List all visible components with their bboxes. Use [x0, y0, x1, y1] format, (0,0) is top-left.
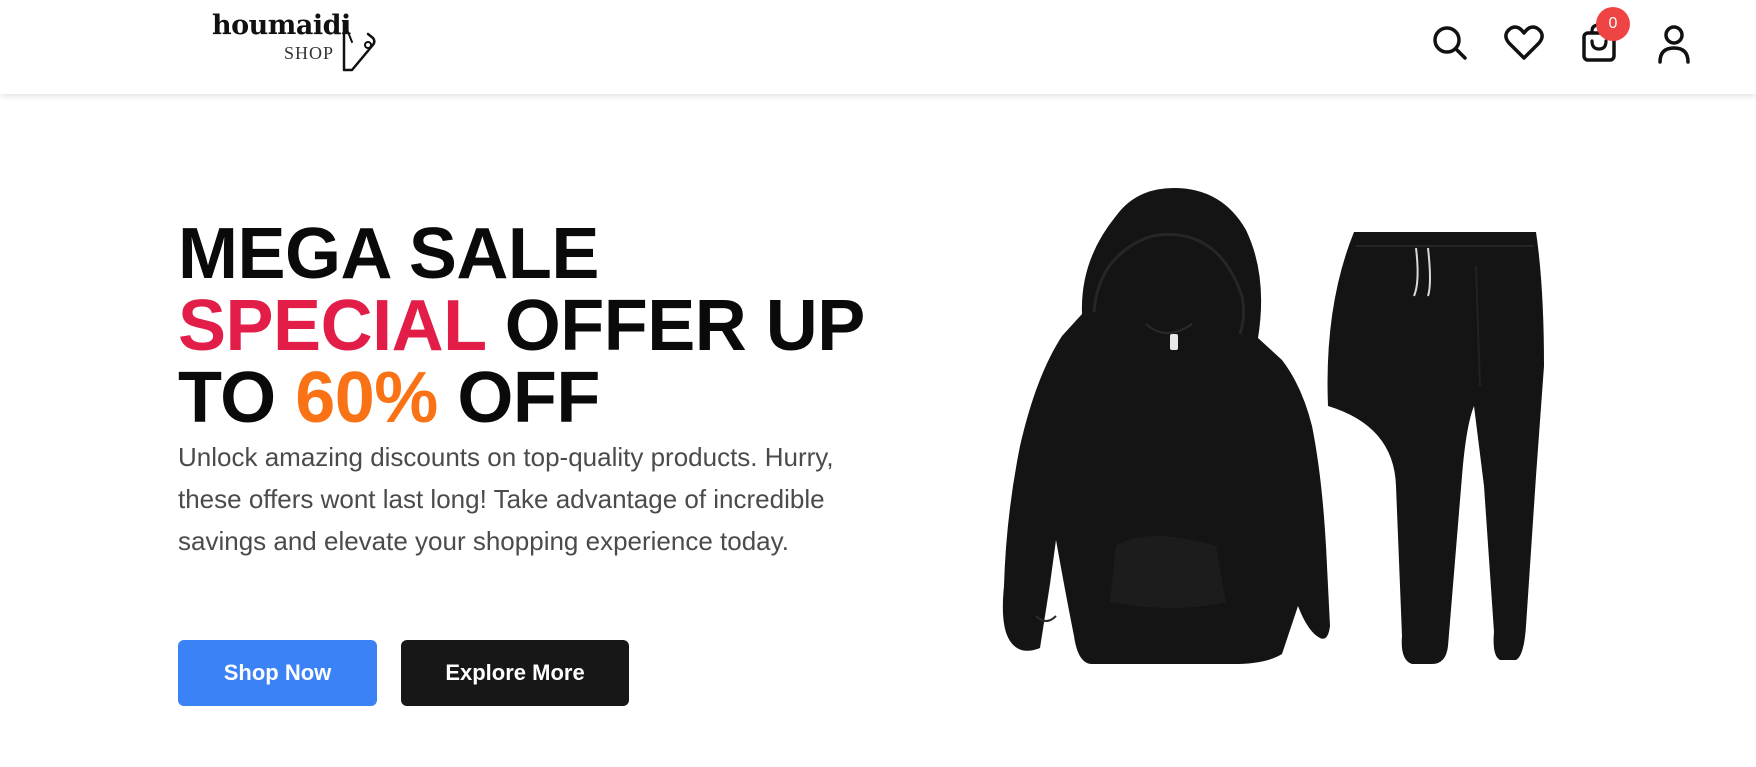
title-line-1: MEGA SALE	[178, 214, 599, 294]
joggers-shape	[1327, 232, 1544, 664]
hero-title: MEGA SALE SPECIAL OFFER UP TO 60% OFF	[178, 218, 898, 434]
brand-sub: SHOP	[284, 43, 335, 63]
heart-icon	[1504, 25, 1544, 60]
user-icon	[1658, 25, 1690, 64]
title-percent: 60%	[295, 358, 438, 438]
title-off: OFF	[457, 358, 600, 438]
brand-name: houmaidi	[212, 10, 351, 41]
site-header: houmaidi SHOP 0	[0, 0, 1756, 94]
title-line-2: SPECIAL OFFER UP	[178, 290, 898, 362]
wishlist-button[interactable]	[1502, 21, 1546, 65]
hero-description: Unlock amazing discounts on top-quality …	[178, 442, 834, 556]
search-button[interactable]	[1428, 21, 1472, 65]
hoodie-shape	[1002, 188, 1330, 664]
shop-now-button[interactable]: Shop Now	[178, 640, 377, 706]
hanger-icon	[342, 20, 376, 72]
brand-logo[interactable]: houmaidi SHOP	[212, 8, 382, 74]
product-image	[1002, 188, 1544, 664]
account-button[interactable]	[1652, 22, 1696, 66]
title-special: SPECIAL	[178, 286, 486, 366]
explore-more-button[interactable]: Explore More	[401, 640, 629, 706]
title-to: TO	[178, 358, 276, 438]
cart-count-badge: 0	[1596, 7, 1630, 41]
search-icon	[1433, 26, 1467, 60]
title-line-3: TO 60% OFF	[178, 362, 898, 434]
title-offer-up: OFFER UP	[504, 286, 866, 366]
